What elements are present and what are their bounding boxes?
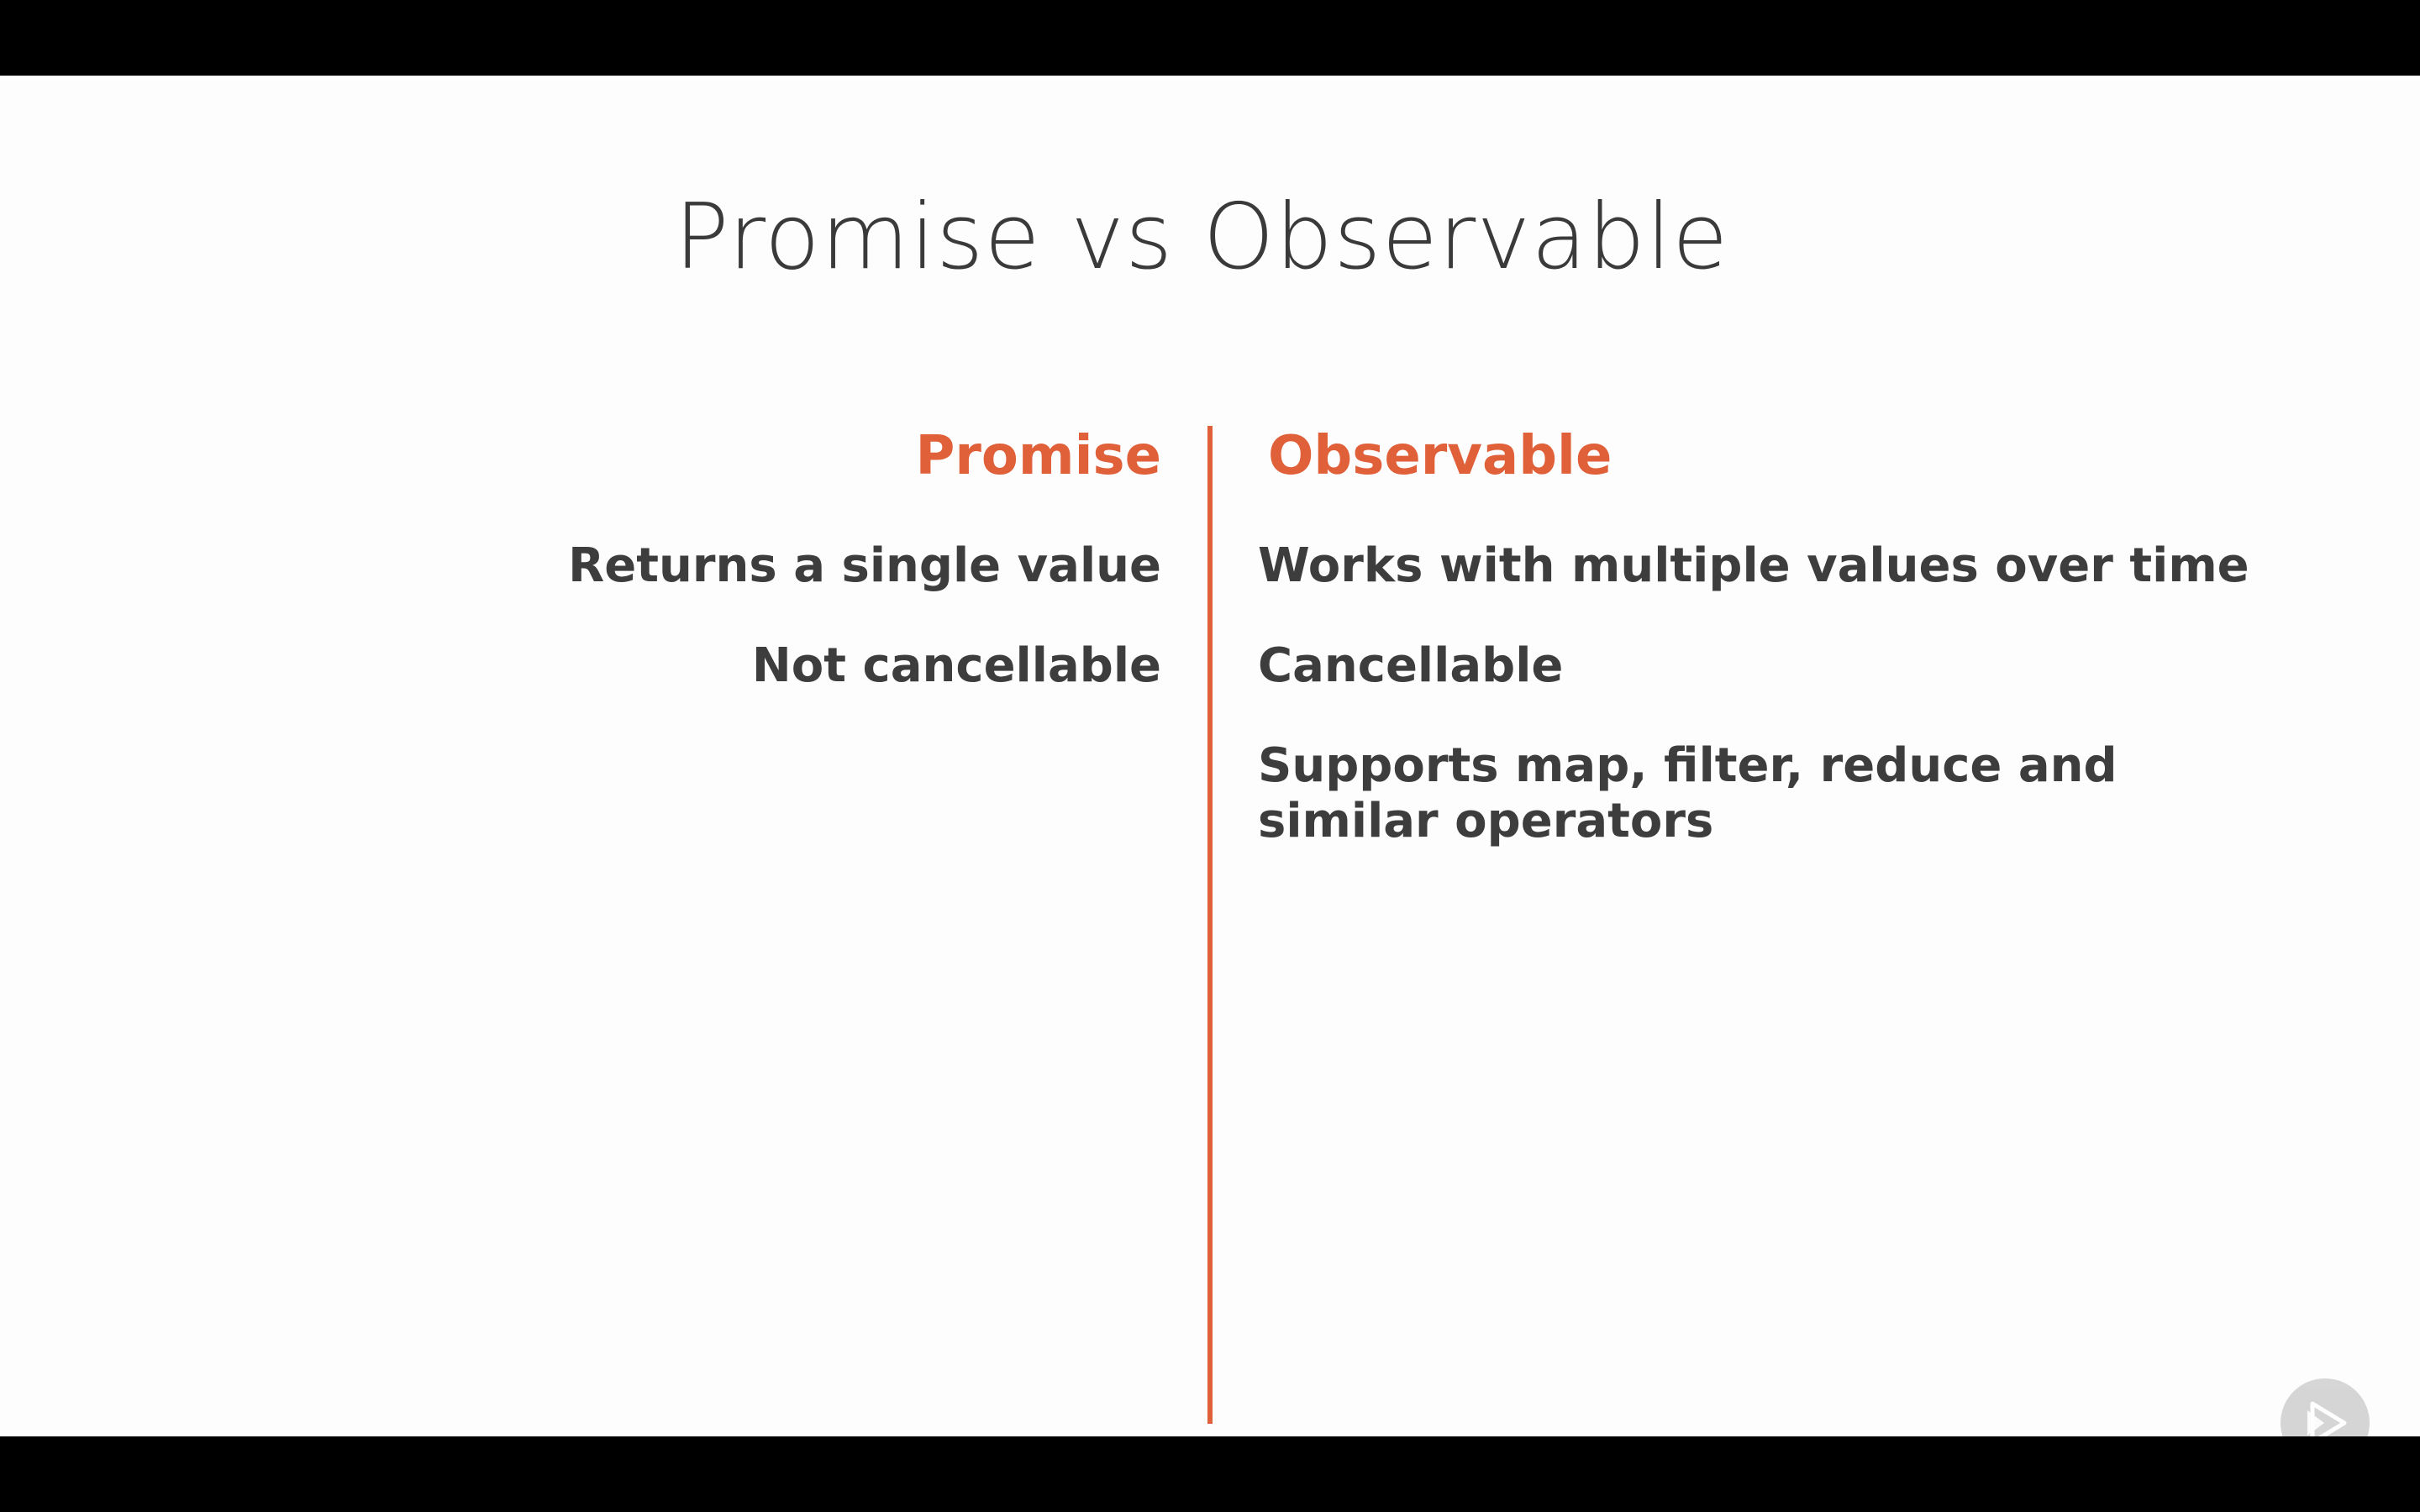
promise-column-header: Promise — [915, 425, 1161, 487]
observable-column: Observable Works with multiple values ov… — [1258, 424, 2291, 894]
observable-item: Supports map, filter, reduce and similar… — [1258, 738, 2118, 848]
promise-item: Returns a single value — [568, 538, 1161, 593]
promise-item: Not cancellable — [751, 638, 1161, 693]
observable-item: Works with multiple values over time — [1258, 538, 2249, 593]
letterbox-top-bar — [0, 0, 2420, 76]
slide-title: Promise vs Observable — [674, 185, 1729, 290]
letterbox-bottom-bar — [0, 1436, 2420, 1512]
observable-item: Cancellable — [1258, 638, 1564, 693]
column-divider — [1207, 426, 1213, 1424]
observable-column-header: Observable — [1268, 425, 1612, 487]
promise-column: Promise Returns a single value Not cance… — [336, 424, 1161, 738]
presentation-slide: Promise vs Observable Promise Returns a … — [0, 76, 2420, 1467]
